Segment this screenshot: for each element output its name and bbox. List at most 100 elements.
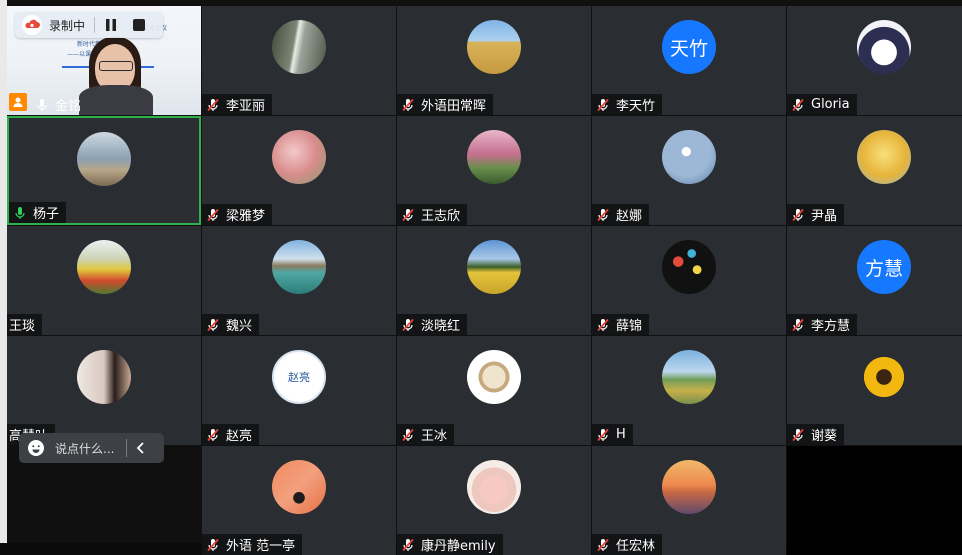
- host-body: [79, 85, 153, 115]
- microphone-muted-icon: [207, 98, 219, 111]
- participant-name: 康丹静emily: [421, 539, 496, 554]
- participant-name-tag: H: [592, 424, 633, 445]
- avatar: [272, 460, 326, 514]
- host-name-tag: 金铭: [31, 94, 88, 115]
- participant-name-tag: 淡晓红: [397, 314, 468, 335]
- participant-tile[interactable]: 天竹李天竹: [592, 6, 786, 115]
- participant-name: 王琰: [9, 319, 36, 334]
- participant-tile[interactable]: 外语田常晖: [397, 6, 591, 115]
- microphone-muted-icon: [597, 208, 609, 221]
- host-person-icon: [9, 93, 27, 111]
- participant-name: 赵娜: [616, 209, 643, 224]
- chat-input[interactable]: 说点什么...: [19, 433, 164, 463]
- chevron-left-icon[interactable]: [134, 441, 148, 455]
- divider: [126, 439, 128, 457]
- participant-tile[interactable]: 梁雅梦: [202, 116, 396, 225]
- host-name: 金铭: [55, 99, 82, 114]
- microphone-muted-icon: [402, 208, 414, 221]
- participant-name: 王志欣: [421, 209, 461, 224]
- participant-name-tag: 梁雅梦: [202, 204, 273, 225]
- participant-name: 李亚丽: [226, 99, 266, 114]
- microphone-muted-icon: [792, 428, 804, 441]
- microphone-muted-icon: [597, 318, 609, 331]
- participant-name-tag: 任宏林: [592, 534, 663, 555]
- pause-recording-button[interactable]: [101, 15, 121, 35]
- participant-name-tag: 李天竹: [592, 94, 663, 115]
- avatar: [467, 350, 521, 404]
- microphone-muted-icon: [402, 428, 414, 441]
- microphone-muted-icon: [402, 318, 414, 331]
- cloud-record-icon: [22, 15, 42, 35]
- divider: [94, 17, 96, 33]
- avatar: [77, 350, 131, 404]
- participant-tile[interactable]: H: [592, 336, 786, 445]
- participant-name-tag: 赵亮: [202, 424, 260, 445]
- participant-name: 杨子: [33, 207, 60, 222]
- microphone-muted-icon: [207, 538, 219, 551]
- participant-tile[interactable]: 任宏林: [592, 446, 786, 555]
- participant-name: 魏兴: [226, 319, 253, 334]
- participant-tile[interactable]: 康丹静emily: [397, 446, 591, 555]
- empty-grid-cell: [787, 446, 962, 555]
- participant-tile[interactable]: 赵娜: [592, 116, 786, 225]
- stop-recording-button[interactable]: [129, 15, 149, 35]
- avatar: 赵亮: [272, 350, 326, 404]
- microphone-muted-icon: [207, 318, 219, 331]
- participant-tile[interactable]: 李亚丽: [202, 6, 396, 115]
- avatar: 方慧: [857, 240, 911, 294]
- avatar: [662, 240, 716, 294]
- avatar: [662, 460, 716, 514]
- emoji-icon[interactable]: [27, 439, 45, 457]
- participant-name: 淡晓红: [421, 319, 461, 334]
- participant-name-tag: 杨子: [9, 202, 67, 223]
- participant-name-tag: 魏兴: [202, 314, 260, 335]
- avatar: [77, 132, 131, 186]
- avatar-text: 方慧: [864, 257, 903, 280]
- participant-tile[interactable]: 谢葵: [787, 336, 962, 445]
- participant-tile[interactable]: 尹晶: [787, 116, 962, 225]
- participant-name-tag: 外语 范一亭: [202, 534, 303, 555]
- avatar: [857, 20, 911, 74]
- participant-name: 外语 范一亭: [226, 539, 296, 554]
- microphone-muted-icon: [207, 208, 219, 221]
- participant-name-tag: 尹晶: [787, 204, 845, 225]
- avatar: [467, 460, 521, 514]
- microphone-muted-icon: [207, 428, 219, 441]
- avatar: [77, 240, 131, 294]
- participant-tile[interactable]: 王琰: [7, 226, 201, 335]
- stop-icon: [133, 19, 146, 31]
- avatar-text: 天竹: [669, 37, 708, 60]
- meeting-stage: 新时代教学研究 ——以课程建设为例 交流会议 金铭 李亚丽外语田常晖天竹李天竹G…: [0, 0, 962, 555]
- participant-tile[interactable]: 方慧 李方慧: [787, 226, 962, 335]
- participant-name: 谢葵: [811, 429, 838, 444]
- participant-tile[interactable]: 杨子: [7, 116, 201, 225]
- participant-tile[interactable]: 淡晓红: [397, 226, 591, 335]
- participant-name-tag: 谢葵: [787, 424, 845, 445]
- participant-tile[interactable]: 赵亮 赵亮: [202, 336, 396, 445]
- participant-name-tag: 康丹静emily: [397, 534, 503, 555]
- avatar: [857, 130, 911, 184]
- microphone-muted-icon: [792, 98, 804, 111]
- participant-name-tag: 薛锦: [592, 314, 650, 335]
- participant-name: Gloria: [811, 97, 850, 112]
- participant-tile[interactable]: 王冰: [397, 336, 591, 445]
- participant-name: 任宏林: [616, 539, 656, 554]
- participant-tile[interactable]: 薛锦: [592, 226, 786, 335]
- microphone-muted-icon: [792, 318, 804, 331]
- participant-tile[interactable]: 外语 范一亭: [202, 446, 396, 555]
- participant-name-tag: 王冰: [397, 424, 455, 445]
- recording-label: 录制中: [49, 18, 86, 33]
- microphone-muted-icon: [597, 538, 609, 551]
- participant-tile[interactable]: 魏兴: [202, 226, 396, 335]
- participant-tile[interactable]: Gloria: [787, 6, 962, 115]
- participant-tile[interactable]: 高慧叶: [7, 336, 201, 445]
- avatar: [662, 350, 716, 404]
- avatar: [662, 130, 716, 184]
- pause-icon: [106, 19, 117, 31]
- avatar: [467, 20, 521, 74]
- participant-name: 尹晶: [811, 209, 838, 224]
- participant-name: 梁雅梦: [226, 209, 266, 224]
- avatar: [272, 130, 326, 184]
- participant-name-tag: 王琰: [7, 314, 43, 335]
- participant-tile[interactable]: 王志欣: [397, 116, 591, 225]
